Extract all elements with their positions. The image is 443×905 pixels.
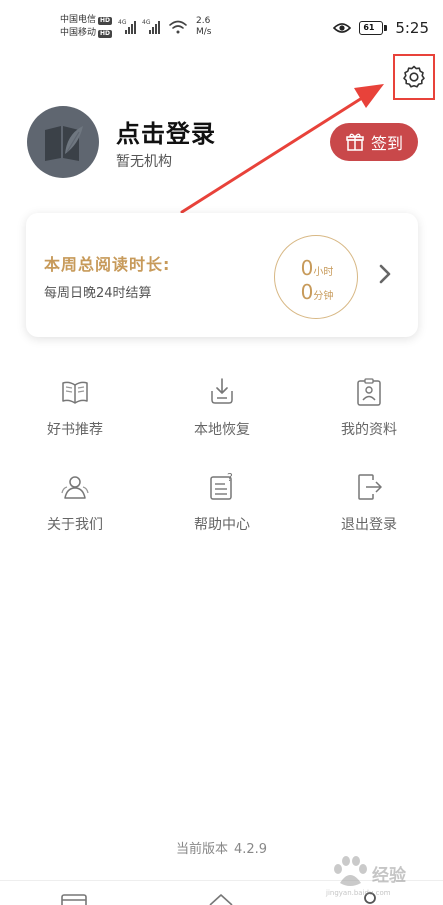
signal-strength-icon: 4G — [118, 19, 136, 34]
open-book-icon — [62, 381, 88, 404]
avatar[interactable] — [27, 106, 99, 178]
status-bar: 中国电信 HD 中国移动 HD 4G 4G 2.6 M/s 61 5:25 — [0, 0, 443, 56]
signin-button[interactable]: 签到 — [330, 123, 418, 161]
battery-level: 61 — [363, 23, 375, 32]
menu-item-about-us[interactable]: 关于我们 — [15, 471, 135, 551]
carrier-1: 中国电信 — [60, 15, 97, 25]
signin-label: 签到 — [370, 134, 403, 153]
hours-unit: 小时 — [313, 267, 334, 278]
carrier-info: 中国电信 HD 中国移动 HD — [60, 14, 113, 40]
app-version: 当前版本 4.2.9 — [0, 838, 443, 857]
login-title[interactable]: 点击登录 — [116, 114, 216, 149]
gift-icon — [346, 133, 364, 151]
reading-time-card[interactable]: 本周总阅读时长: 每周日晚24时结算 0小时 0分钟 — [26, 213, 418, 337]
version-label: 当前版本 — [175, 842, 228, 857]
settings-button[interactable] — [393, 54, 435, 100]
menu-label: 我的资料 — [341, 422, 397, 438]
gear-icon — [403, 65, 425, 88]
person-icon — [364, 892, 376, 904]
chevron-right-icon[interactable] — [378, 263, 392, 285]
minutes-unit: 分钟 — [313, 291, 334, 302]
network-speed-unit: M/s — [196, 27, 212, 37]
nav-tab-bookshelf[interactable] — [60, 891, 90, 905]
menu-label: 退出登录 — [341, 517, 397, 533]
hours-line: 0小时 — [275, 256, 359, 280]
hd-badge: HD — [98, 29, 113, 38]
menu-label: 关于我们 — [47, 517, 103, 533]
team-icon — [61, 476, 89, 499]
help-document-icon: ? — [210, 471, 233, 500]
book-leaf-icon — [45, 126, 83, 161]
reading-subtitle: 每周日晚24时结算 — [44, 286, 152, 301]
hours-value: 0 — [300, 256, 314, 280]
minutes-line: 0分钟 — [275, 280, 359, 304]
clock: 5:25 — [395, 19, 429, 37]
home-icon — [209, 894, 233, 905]
version-value: 4.2.9 — [233, 842, 268, 857]
status-right: 61 5:25 — [333, 19, 429, 37]
carrier-2: 中国移动 — [60, 28, 97, 38]
signal-strength-icon: 4G — [142, 19, 160, 34]
svg-text:?: ? — [227, 471, 233, 484]
organization-label: 暂无机构 — [116, 154, 172, 170]
hd-badge: HD — [98, 16, 113, 25]
reading-title: 本周总阅读时长: — [44, 255, 171, 274]
network-speed: 2.6 M/s — [196, 16, 212, 38]
reading-time-circle: 0小时 0分钟 — [274, 235, 358, 319]
battery-icon: 61 — [359, 21, 388, 35]
menu-item-help-center[interactable]: ? 帮助中心 — [162, 471, 282, 551]
signal-wifi-icons: 4G 4G — [118, 19, 187, 34]
menu-item-logout[interactable]: 退出登录 — [309, 471, 429, 551]
menu-label: 本地恢复 — [194, 422, 250, 438]
wifi-icon — [169, 20, 187, 34]
svg-text:4G: 4G — [118, 19, 127, 26]
profile-card-icon — [357, 378, 381, 406]
menu-item-book-recommend[interactable]: 好书推荐 — [15, 376, 135, 456]
menu-label: 帮助中心 — [194, 517, 250, 533]
restore-icon — [211, 378, 233, 404]
svg-text:4G: 4G — [142, 19, 151, 26]
menu-item-local-restore[interactable]: 本地恢复 — [162, 376, 282, 456]
nav-tab-home[interactable] — [206, 891, 236, 905]
menu-item-my-profile[interactable]: 我的资料 — [309, 376, 429, 456]
logout-icon — [358, 474, 382, 500]
eye-icon — [333, 23, 352, 33]
network-speed-value: 2.6 — [196, 16, 211, 26]
nav-tab-mine[interactable] — [355, 891, 385, 905]
minutes-value: 0 — [300, 280, 314, 304]
menu-label: 好书推荐 — [47, 422, 103, 438]
bottom-nav — [0, 880, 443, 905]
